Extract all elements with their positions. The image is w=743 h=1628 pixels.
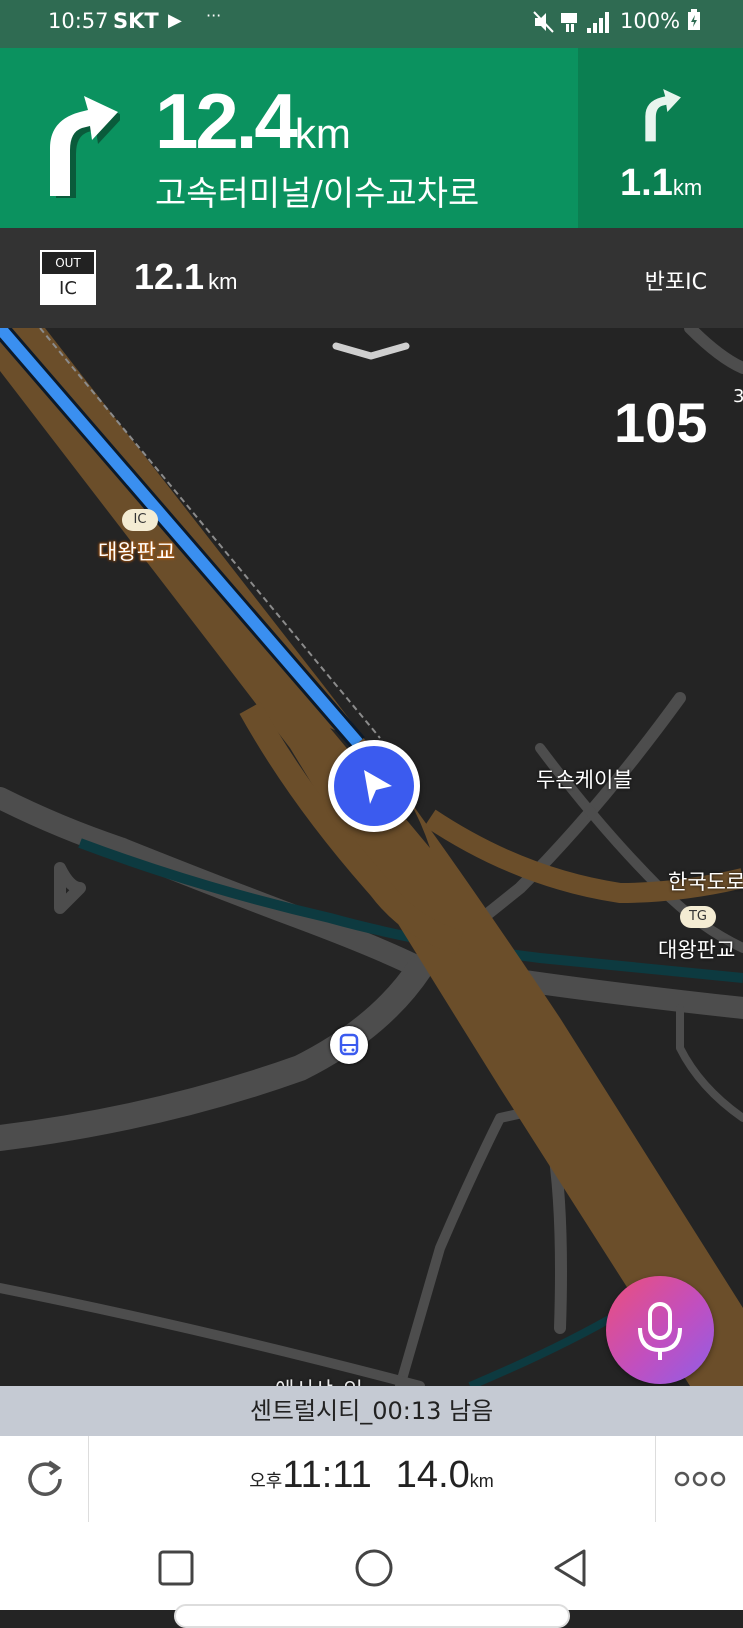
ic-label: 대왕판교 [98,540,176,564]
exit-info-row[interactable]: OUT IC 12.1 km 반포IC [0,228,743,328]
battery-charging-icon [687,9,700,30]
battery-level: 100% [620,9,701,33]
exit-name: 반포IC [644,270,707,295]
partial-map-label: 에서샤_인 [275,1374,363,1386]
exit-distance: 12.1 km [134,256,238,297]
back-icon[interactable] [552,1548,588,1588]
arrival-info[interactable]: 오후11:11 14.0km [88,1454,655,1497]
map-view[interactable]: 105 3 IC 대왕판교 두손케이블 한국도로 TG 대왕판교 에서샤_인 [0,328,743,1386]
speed-fragment: 3 [733,386,743,407]
refresh-icon[interactable] [22,1456,68,1502]
system-navigation-bar [0,1522,743,1628]
arrival-time: 11:11 [282,1454,372,1496]
turn-road-name: 고속터미널/이수교차로 [155,174,480,214]
bus-stop-icon[interactable] [330,1026,368,1064]
status-time: 10:57 [48,9,109,33]
signal-icons [533,10,617,39]
more-dots-icon[interactable] [674,1466,726,1492]
navigation-arrow-icon [334,746,414,826]
turn-instruction-panel[interactable]: 12.4km 고속터미널/이수교차로 [0,48,578,228]
next-turn-panel[interactable]: 1.1km [578,48,743,228]
next-turn-distance: 1.1km [620,162,703,204]
remaining-distance: 14.0 [395,1454,470,1496]
exit-badge: OUT IC [40,250,96,305]
destination-banner[interactable]: 센트럴시티_00:13 남음 [0,1386,743,1436]
tg-pill: TG [680,906,716,928]
notification-dots-icon: ··· [206,6,222,25]
microphone-icon [638,1302,682,1360]
exit-badge-out: OUT [42,252,94,274]
mute-lte-signal-icon [533,11,609,33]
map-canvas[interactable] [0,328,743,1386]
tg-label: 대왕판교 [658,938,736,962]
chevron-down-icon[interactable] [330,336,414,370]
current-position-marker [328,740,420,832]
status-carrier: SKT [113,9,159,33]
status-bar: 10:57 SKT ▶ ··· 100% [0,0,743,48]
poi-label-korea: 한국도로 [668,870,743,894]
arrival-ampm: 오후 [249,1471,283,1491]
ic-pill: IC [122,509,158,531]
home-icon[interactable] [354,1548,394,1588]
voice-search-button[interactable] [606,1276,714,1384]
turn-distance: 12.4km [155,77,351,165]
divider [655,1436,656,1522]
gesture-handle [174,1604,570,1628]
speed-readout: 105 [614,391,708,454]
next-turn-right-arrow-icon [645,89,681,142]
recent-apps-icon[interactable] [158,1550,194,1586]
turn-right-arrow-icon [50,96,120,198]
play-indicator-icon: ▶ [168,10,182,31]
remaining-distance-unit: km [469,1471,494,1491]
poi-label-doosan: 두손케이블 [536,768,633,792]
trip-info-bar: 오후11:11 14.0km [0,1436,743,1522]
exit-badge-ic: IC [42,274,94,303]
